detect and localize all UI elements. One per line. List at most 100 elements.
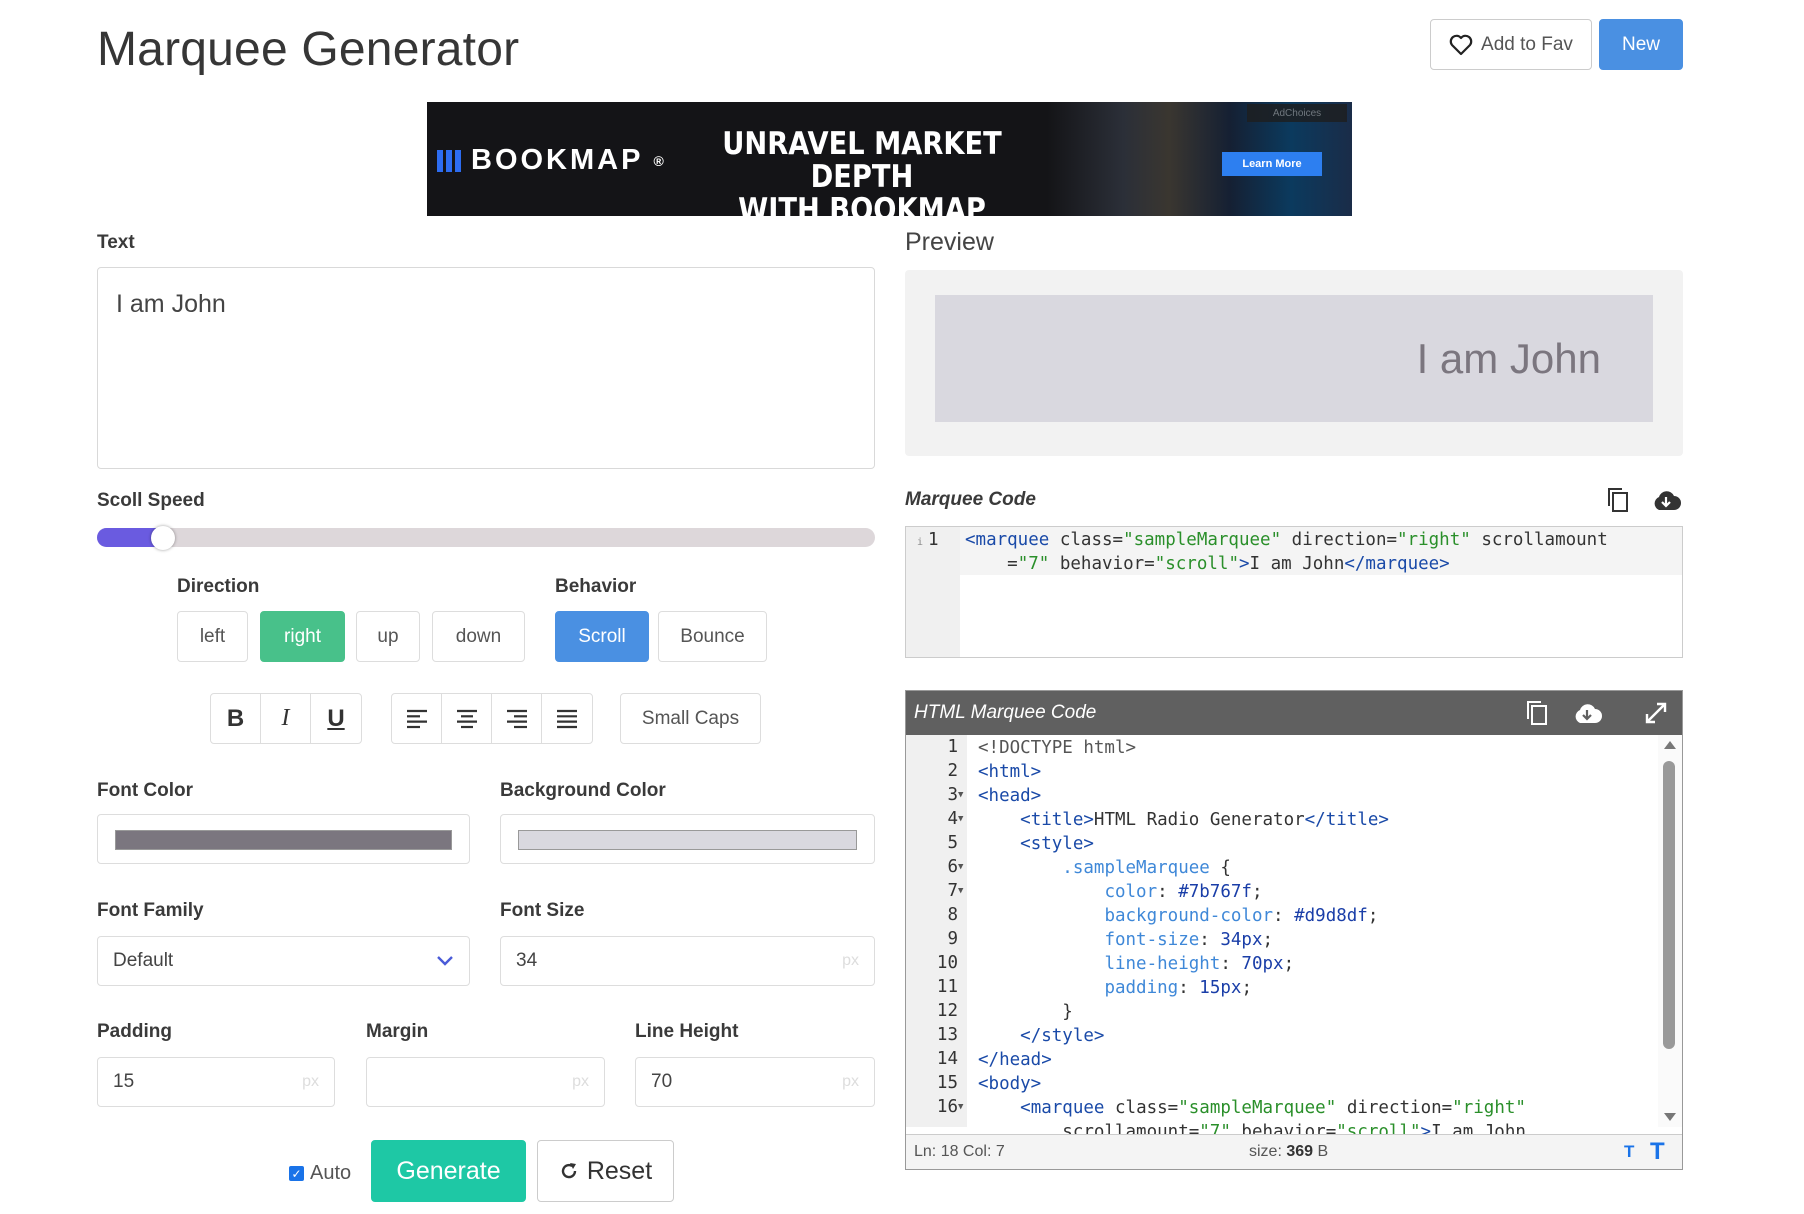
scroll-speed-slider[interactable]	[97, 528, 875, 547]
checkmark-icon: ✓	[289, 1166, 304, 1181]
line-number: 12	[906, 999, 958, 1023]
behavior-scroll-button[interactable]: Scroll	[555, 611, 649, 662]
direction-right-button[interactable]: right	[260, 611, 345, 662]
align-group	[391, 693, 593, 744]
direction-left-button[interactable]: left	[177, 611, 248, 662]
scroll-up-icon[interactable]	[1664, 741, 1676, 749]
bold-button[interactable]: B	[211, 694, 261, 743]
direction-up-button[interactable]: up	[356, 611, 420, 662]
behavior-label: Behavior	[555, 576, 636, 598]
small-caps-button[interactable]: Small Caps	[620, 693, 761, 744]
ad-headline-2: WITH BOOKMAP	[690, 194, 1033, 216]
add-to-fav-button[interactable]: Add to Fav	[1430, 19, 1592, 70]
margin-label: Margin	[366, 1021, 428, 1043]
font-color-label: Font Color	[97, 780, 193, 802]
italic-button[interactable]: I	[261, 694, 311, 743]
expand-html-code-button[interactable]	[1641, 698, 1671, 728]
info-icon: i	[917, 531, 923, 555]
line-number: 4	[906, 807, 958, 831]
scroll-down-icon[interactable]	[1664, 1113, 1676, 1121]
copy-icon	[1525, 700, 1549, 726]
align-right-button[interactable]	[492, 694, 542, 743]
preview-label: Preview	[905, 228, 994, 257]
code-size-label: size:	[1249, 1143, 1282, 1160]
chevron-down-icon	[436, 955, 454, 967]
align-left-icon	[406, 709, 428, 729]
font-family-select[interactable]: Default	[97, 936, 470, 986]
margin-input[interactable]: px	[366, 1057, 605, 1107]
html-code-panel[interactable]: HTML Marquee Code 1234567891011121314151…	[905, 690, 1683, 1170]
marquee-code-label: Marquee Code	[905, 489, 1036, 511]
font-size-label: Font Size	[500, 900, 584, 922]
ad-banner[interactable]: BOOKMAP® UNRAVEL MARKET DEPTH WITH BOOKM…	[427, 102, 1352, 216]
ad-learn-more-button[interactable]: Learn More	[1222, 152, 1322, 176]
fold-arrow-icon	[958, 1054, 963, 1064]
fold-arrow-icon	[958, 1006, 963, 1016]
line-number: 3	[906, 783, 958, 807]
fold-arrow-icon	[958, 838, 963, 848]
fold-arrow-icon	[958, 958, 963, 968]
align-center-button[interactable]	[442, 694, 492, 743]
fold-markers: ▼ ▼ ▼ ▼ ▼	[958, 735, 963, 1119]
ad-brand: BOOKMAP	[471, 144, 643, 177]
bookmap-bars-icon	[437, 150, 461, 172]
heart-icon	[1449, 34, 1473, 56]
expand-icon	[1644, 701, 1668, 725]
html-code-text: <!DOCTYPE html> <html> <head> <title>HTM…	[978, 736, 1526, 1144]
download-marquee-code-button[interactable]	[1651, 485, 1681, 515]
cloud-download-icon	[1572, 702, 1602, 724]
cursor-position: Ln: 18 Col: 7	[914, 1143, 1005, 1161]
html-code-label: HTML Marquee Code	[914, 702, 1096, 724]
copy-html-code-button[interactable]	[1522, 698, 1552, 728]
auto-checkbox[interactable]: ✓ Auto	[289, 1162, 351, 1185]
align-justify-button[interactable]	[542, 694, 592, 743]
line-number: 16	[906, 1095, 958, 1119]
background-color-label: Background Color	[500, 780, 666, 802]
line-number: 5	[906, 831, 958, 855]
text-label: Text	[97, 232, 135, 254]
text-style-group: B I U	[210, 693, 362, 744]
line-number: 15	[906, 1071, 958, 1095]
html-code-toolbar: HTML Marquee Code	[906, 691, 1682, 735]
font-larger-icon[interactable]: T	[1650, 1138, 1665, 1166]
padding-label: Padding	[97, 1021, 172, 1043]
generate-button[interactable]: Generate	[371, 1140, 526, 1202]
copy-marquee-code-button[interactable]	[1603, 485, 1633, 515]
underline-button[interactable]: U	[311, 694, 361, 743]
line-number: 1	[906, 735, 958, 759]
fold-arrow-icon: ▼	[958, 790, 963, 800]
line-height-label: Line Height	[635, 1021, 738, 1043]
html-code-gutter: 12345678910111213141516 ▼ ▼ ▼ ▼ ▼	[906, 735, 967, 1127]
marquee-code-editor[interactable]: i 1 <marquee class="sampleMarquee" direc…	[905, 526, 1683, 658]
line-number: 2	[906, 759, 958, 783]
auto-label: Auto	[310, 1162, 351, 1185]
fold-arrow-icon: ▼	[958, 814, 963, 824]
direction-down-button[interactable]: down	[432, 611, 525, 662]
text-input[interactable]: I am John	[97, 267, 875, 469]
reset-button[interactable]: Reset	[537, 1140, 674, 1202]
code-size: size: 369 B	[1249, 1143, 1328, 1161]
marquee-code-line-number: 1	[928, 528, 939, 552]
page-title: Marquee Generator	[97, 22, 519, 77]
new-button[interactable]: New	[1599, 19, 1683, 70]
ad-choices[interactable]: AdChoices	[1247, 104, 1347, 122]
font-smaller-icon[interactable]: T	[1624, 1142, 1634, 1162]
font-size-input[interactable]: 34 px	[500, 936, 875, 986]
line-number: 11	[906, 975, 958, 999]
background-color-picker[interactable]	[500, 814, 875, 864]
ad-logo: BOOKMAP®	[437, 144, 664, 177]
padding-input[interactable]: 15 px	[97, 1057, 335, 1107]
fold-arrow-icon	[958, 934, 963, 944]
html-code-scroll-thumb[interactable]	[1663, 761, 1675, 1049]
behavior-bounce-button[interactable]: Bounce	[658, 611, 767, 662]
direction-label: Direction	[177, 576, 259, 598]
fold-arrow-icon: ▼	[958, 1102, 963, 1112]
font-color-picker[interactable]	[97, 814, 470, 864]
fold-arrow-icon	[958, 910, 963, 920]
fold-arrow-icon	[958, 1030, 963, 1040]
line-height-input[interactable]: 70 px	[635, 1057, 875, 1107]
align-left-button[interactable]	[392, 694, 442, 743]
marquee-code-text: <marquee class="sampleMarquee" direction…	[965, 528, 1608, 576]
download-html-code-button[interactable]	[1572, 698, 1602, 728]
code-size-unit: B	[1318, 1143, 1329, 1160]
